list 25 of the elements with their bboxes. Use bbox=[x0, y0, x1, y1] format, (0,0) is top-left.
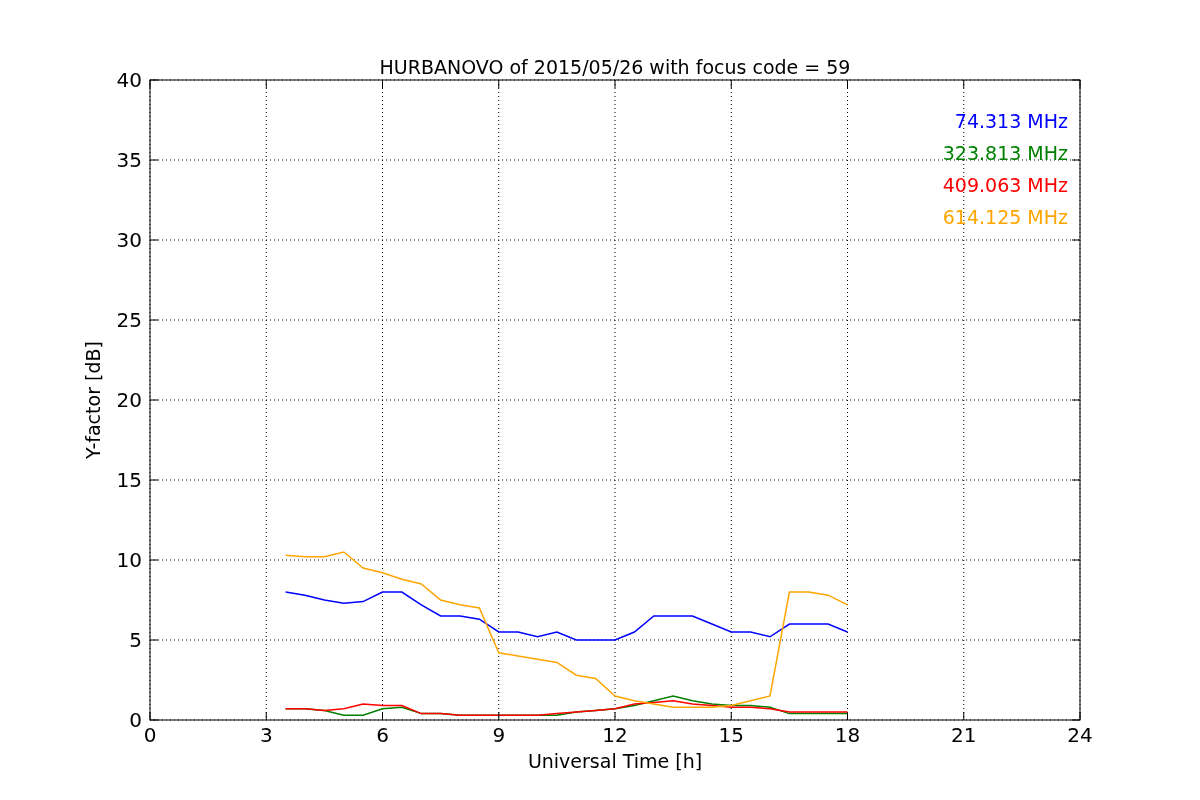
x-tick-label: 0 bbox=[143, 723, 157, 747]
x-tick-label: 9 bbox=[492, 723, 506, 747]
x-tick-label: 18 bbox=[834, 723, 861, 747]
y-tick-label: 30 bbox=[116, 228, 142, 252]
y-axis-label: Y-factor [dB] bbox=[82, 341, 104, 459]
x-tick-label: 3 bbox=[259, 723, 273, 747]
x-tick-label: 21 bbox=[951, 723, 977, 747]
x-tick-label: 24 bbox=[1067, 723, 1093, 747]
legend-label: 323.813 MHz bbox=[942, 142, 1068, 164]
y-tick-label: 40 bbox=[116, 68, 142, 92]
y-tick-label: 0 bbox=[129, 708, 142, 732]
y-tick-label: 25 bbox=[116, 308, 142, 332]
legend-label: 614.125 MHz bbox=[942, 206, 1068, 228]
chart-title: HURBANOVO of 2015/05/26 with focus code = 59 bbox=[379, 56, 851, 78]
y-tick-label: 10 bbox=[116, 548, 142, 572]
y-tick-label: 5 bbox=[129, 628, 142, 652]
y-tick-label: 15 bbox=[116, 468, 142, 492]
x-tick-label: 15 bbox=[718, 723, 744, 747]
legend-label: 74.313 MHz bbox=[954, 110, 1068, 132]
y-tick-label: 20 bbox=[116, 388, 142, 412]
x-axis-label: Universal Time [h] bbox=[527, 750, 703, 772]
legend-label: 409.063 MHz bbox=[942, 174, 1068, 196]
x-tick-label: 12 bbox=[602, 723, 628, 747]
y-tick-label: 35 bbox=[116, 148, 142, 172]
x-tick-label: 6 bbox=[376, 723, 389, 747]
